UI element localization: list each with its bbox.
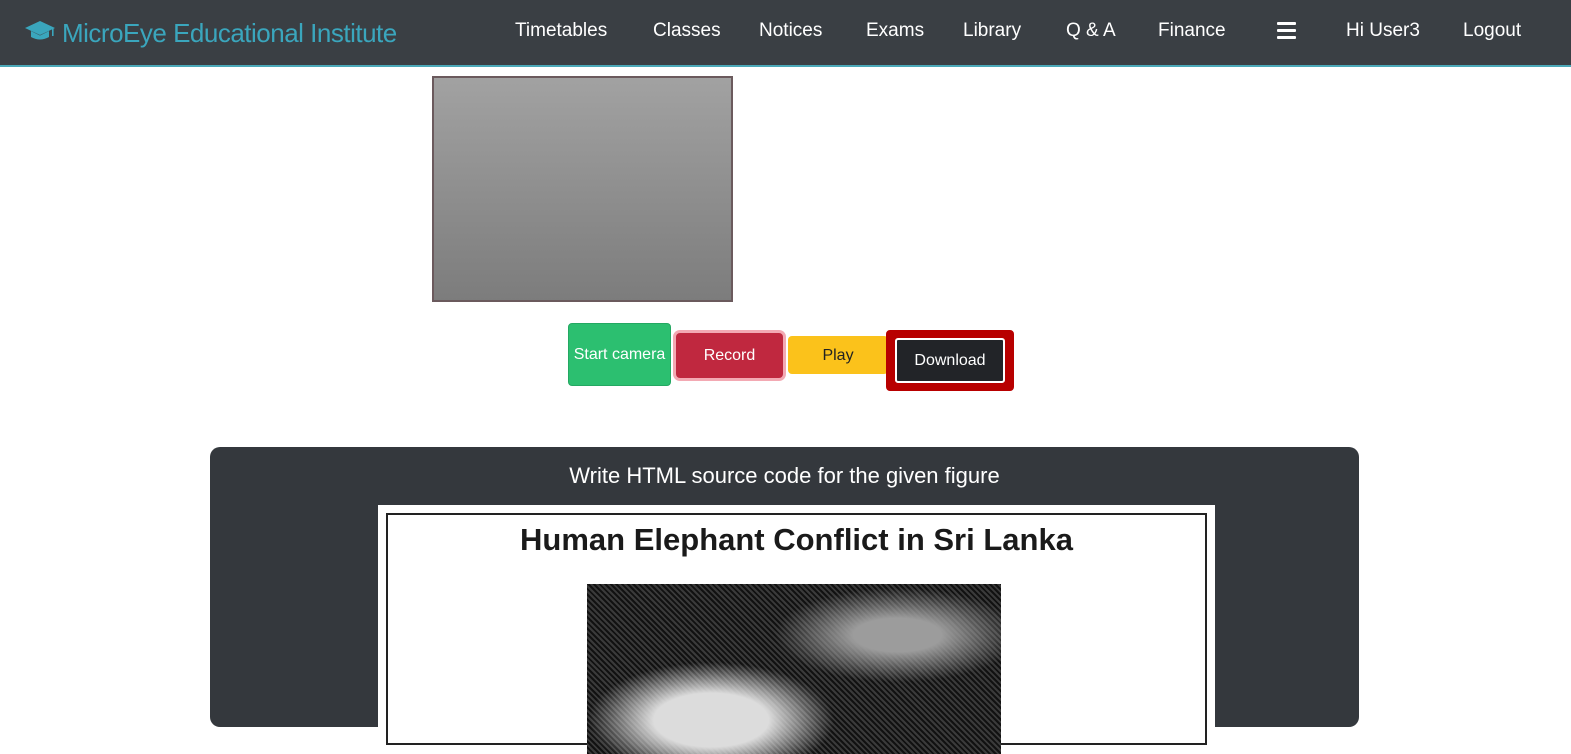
record-button[interactable]: Record — [676, 333, 783, 378]
reference-figure: Human Elephant Conflict in Sri Lanka — [378, 505, 1215, 754]
navbar: MicroEye Educational Institute Timetable… — [0, 0, 1571, 67]
nav-exams[interactable]: Exams — [866, 20, 924, 42]
brand-name: MicroEye Educational Institute — [62, 17, 397, 48]
camera-preview — [432, 76, 733, 302]
nav-qa[interactable]: Q & A — [1066, 20, 1116, 42]
nav-timetables[interactable]: Timetables — [515, 20, 607, 42]
nav-finance[interactable]: Finance — [1158, 20, 1226, 42]
brand-link[interactable]: MicroEye Educational Institute — [24, 14, 397, 52]
task-panel: Write HTML source code for the given fig… — [210, 447, 1359, 754]
download-button[interactable]: Download — [895, 338, 1005, 383]
nav-library[interactable]: Library — [963, 20, 1021, 42]
hamburger-menu-icon[interactable] — [1277, 22, 1296, 43]
play-button[interactable]: Play — [788, 336, 888, 374]
user-greeting[interactable]: Hi User3 — [1346, 20, 1420, 42]
figure-photo — [587, 584, 1001, 754]
logout-link[interactable]: Logout — [1463, 20, 1521, 42]
graduation-cap-icon — [24, 18, 56, 49]
figure-title: Human Elephant Conflict in Sri Lanka — [520, 522, 1073, 557]
task-title: Write HTML source code for the given fig… — [569, 463, 1000, 488]
nav-classes[interactable]: Classes — [653, 20, 721, 42]
nav-notices[interactable]: Notices — [759, 20, 822, 42]
start-camera-button[interactable]: Start camera — [568, 323, 671, 386]
